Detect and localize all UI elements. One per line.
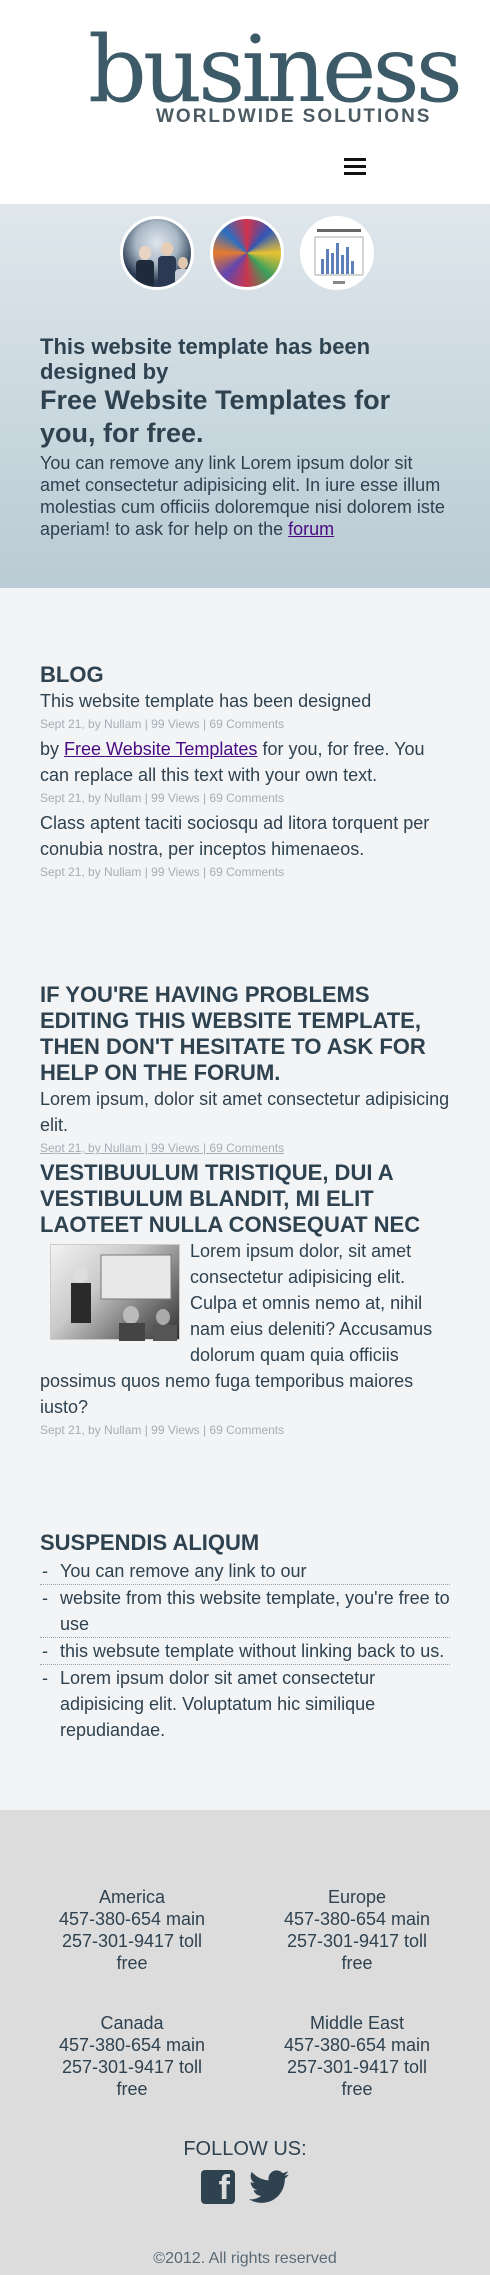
vestibulum-post: VESTIBUULUM TRISTIQUE, DUI A VESTIBULUM … — [40, 1160, 450, 1440]
blog-title: BLOG — [40, 662, 104, 687]
blog-post-3-text: Class aptent taciti sociosqu ad litora t… — [40, 813, 430, 859]
twitter-icon[interactable] — [249, 2170, 289, 2204]
suspendis-title: SUSPENDIS ALIQUM — [40, 1530, 260, 1555]
suspendis-list: You can remove any link to our website f… — [40, 1558, 450, 1743]
list-item: Lorem ipsum dolor sit amet consectetur a… — [40, 1665, 450, 1743]
office-middle-east: Middle East 457-380-654 main 257-301-941… — [272, 2012, 442, 2100]
business-logo[interactable]: business WORLDWIDE SOLUTIONS — [88, 16, 463, 132]
office-canada: Canada 457-380-654 main 257-301-9417 tol… — [47, 2012, 217, 2100]
presentation-image — [50, 1244, 180, 1341]
vestibulum-title: VESTIBUULUM TRISTIQUE, DUI A VESTIBULUM … — [40, 1160, 421, 1237]
logo-word: business — [88, 16, 463, 123]
hamburger-menu-icon[interactable] — [344, 158, 366, 176]
logo-tagline: WORLDWIDE SOLUTIONS — [156, 106, 432, 127]
hero-body: You can remove any link Lorem ipsum dolo… — [40, 452, 450, 540]
list-item: website from this website template, you'… — [40, 1585, 450, 1638]
social-links — [0, 2169, 490, 2208]
facebook-icon[interactable] — [201, 2169, 235, 2208]
flags-image[interactable] — [210, 216, 284, 290]
hero-body-text: You can remove any link Lorem ipsum dolo… — [40, 453, 445, 539]
chart-document-image[interactable] — [300, 216, 374, 290]
office-phone-main: 457-380-654 main — [283, 1909, 431, 1929]
vestibulum-meta: Sept 21, by Nullam | 99 Views | 69 Comme… — [40, 1423, 285, 1437]
suspendis-section: SUSPENDIS ALIQUM You can remove any link… — [40, 1530, 450, 1743]
office-phone-main: 457-380-654 main — [283, 2035, 431, 2055]
hero-intro-line: This website template has been designed … — [40, 334, 371, 384]
list-item: this websute template without linking ba… — [40, 1638, 450, 1665]
office-phone-toll: 257-301-9417 toll free — [61, 1931, 203, 1973]
blog-post-3-meta: Sept 21, by Nullam | 99 Views | 69 Comme… — [40, 865, 285, 879]
site-footer: America 457-380-654 main 257-301-9417 to… — [0, 1810, 490, 2275]
forum-link[interactable]: forum — [288, 519, 334, 539]
blog-post-2-text: by Free Website Templates for you, for f… — [40, 736, 450, 788]
main-content: BLOG This website template has been desi… — [0, 588, 490, 1810]
follow-us-label: FOLLOW US: — [183, 2138, 307, 2160]
office-phone-toll: 257-301-9417 toll free — [61, 2057, 203, 2099]
list-item: You can remove any link to our — [40, 1558, 450, 1585]
site-header: business WORLDWIDE SOLUTIONS — [0, 0, 490, 204]
office-phone-main: 457-380-654 main — [58, 1909, 206, 1929]
problems-title: IF YOU'RE HAVING PROBLEMS EDITING THIS W… — [40, 982, 426, 1085]
office-america: America 457-380-654 main 257-301-9417 to… — [47, 1886, 217, 1974]
free-website-templates-link[interactable]: Free Website Templates — [64, 739, 257, 759]
office-phone-toll: 257-301-9417 toll free — [286, 1931, 428, 1973]
blog-section: BLOG This website template has been desi… — [40, 662, 450, 884]
hero-headline: Free Website Templates for you, for free… — [40, 385, 391, 448]
hero-section: This website template has been designed … — [0, 204, 490, 588]
blog-post-1-meta: Sept 21, by Nullam | 99 Views | 69 Comme… — [40, 717, 285, 731]
problems-meta[interactable]: Sept 21, by Nullam | 99 Views | 69 Comme… — [40, 1138, 450, 1158]
blog-post-2-meta: Sept 21, by Nullam | 99 Views | 69 Comme… — [40, 791, 285, 805]
people-meeting-image[interactable] — [120, 216, 194, 290]
office-name: America — [98, 1887, 165, 1907]
problems-text: Lorem ipsum, dolor sit amet consectetur … — [40, 1089, 450, 1135]
blog-post-2-pre: by — [40, 739, 65, 759]
copyright: ©2012. All rights reserved — [153, 2250, 337, 2267]
office-phone-toll: 257-301-9417 toll free — [286, 2057, 428, 2099]
office-name: Middle East — [309, 2013, 405, 2033]
office-phone-main: 457-380-654 main — [58, 2035, 206, 2055]
blog-post-1-text: This website template has been designed — [40, 691, 372, 711]
hero-thumbnails — [44, 216, 450, 290]
problems-section: IF YOU'RE HAVING PROBLEMS EDITING THIS W… — [40, 982, 450, 1442]
office-europe: Europe 457-380-654 main 257-301-9417 tol… — [272, 1886, 442, 1974]
office-name: Europe — [327, 1887, 387, 1907]
office-name: Canada — [100, 2013, 164, 2033]
